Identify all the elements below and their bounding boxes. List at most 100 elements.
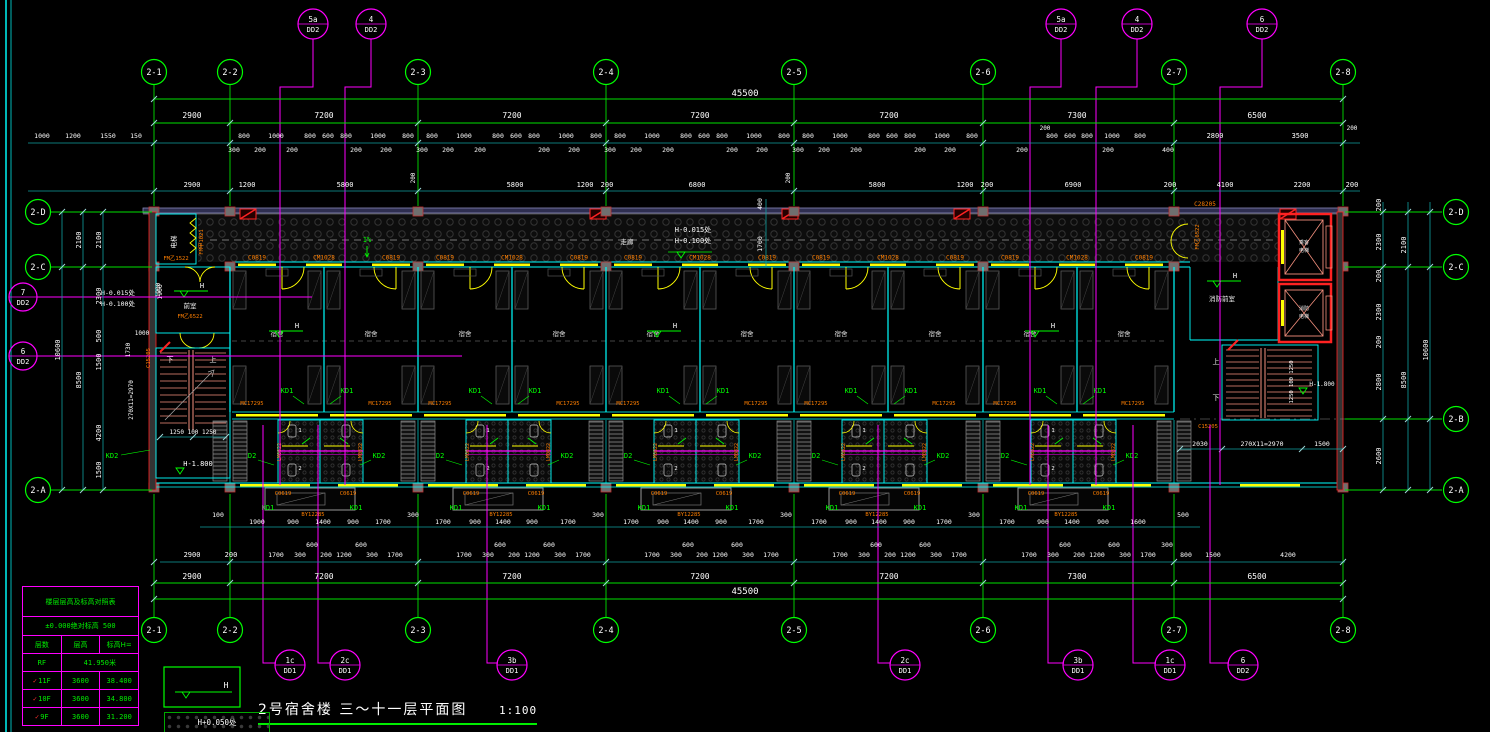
window-south: [616, 484, 686, 487]
axis-bubble-label: 1c: [1165, 656, 1174, 665]
dim-text: 800: [426, 132, 438, 140]
door-arc: [180, 333, 195, 348]
dim-text: 2900: [184, 551, 201, 559]
axis-bubble-label: 7: [21, 288, 26, 297]
window-MC17295: [424, 414, 506, 417]
dim-text: 800: [868, 132, 880, 140]
label-C0619: C0619: [651, 491, 668, 497]
door-label-LM0822: LM0822: [546, 443, 552, 461]
window-C0819: [1125, 264, 1163, 267]
dim-text: 1900: [249, 518, 265, 526]
dim-text: 200: [442, 146, 454, 154]
door-arc: [750, 267, 772, 289]
axis-bubble-code: DD1: [339, 667, 352, 675]
axis-bubble-label: 1c: [285, 656, 294, 665]
label-MC17295: MC17295: [368, 401, 391, 407]
corridor-elevation: H-0.100处: [101, 299, 135, 308]
label-KD1: KD1: [450, 504, 463, 512]
label-MC17295: MC17295: [804, 401, 827, 407]
plan-line: [160, 342, 170, 352]
floor-label: ✓9F: [23, 708, 62, 726]
corridor-window-label: CM1028: [877, 255, 899, 262]
col-header-elev: 标高H=: [100, 636, 139, 654]
room-label: 宿舍: [553, 329, 567, 338]
floor-height: 3600: [61, 708, 100, 726]
axis-bubble-label: 2-4: [598, 68, 613, 78]
ac-louver: [589, 421, 603, 481]
dim-text: 300: [294, 551, 306, 559]
dim-text: 100: [212, 511, 224, 519]
label-C0619: C0619: [275, 491, 292, 497]
detail-axis-line: [1133, 425, 1156, 663]
plan-path: [1299, 388, 1307, 394]
column: [413, 207, 423, 216]
dim-text: 800: [590, 132, 602, 140]
axis-bubble-code: DD2: [307, 26, 320, 34]
column: [601, 207, 611, 216]
col-header-height: 层高: [61, 636, 100, 654]
elevator-label: 电梯: [169, 235, 178, 249]
window-MC17295: [236, 414, 318, 417]
label-KD2: KD2: [561, 452, 574, 460]
label-KD2: KD2: [106, 452, 119, 460]
door-arc: [1035, 267, 1057, 289]
dim-text: 2600: [1375, 448, 1383, 465]
window-MC17295: [894, 414, 976, 417]
dim-text: 300: [792, 146, 804, 154]
axis-bubble-code: DD2: [1055, 26, 1068, 34]
dim-text: 1200: [1089, 551, 1105, 559]
floor-label: ✓11F: [23, 672, 62, 690]
label-C0619: C0619: [839, 491, 856, 497]
dim-text: 900: [903, 518, 915, 526]
door-label-LM0822: LM0822: [653, 443, 659, 461]
axis-bubble-code: DD1: [1164, 667, 1177, 675]
dim-text: 200: [662, 146, 674, 154]
plan-line: [1011, 460, 1027, 465]
dim-text: 300: [930, 551, 942, 559]
label-MC17295: MC17295: [932, 401, 955, 407]
dim-text: 7200: [690, 572, 709, 581]
dim-text: 800: [1180, 551, 1192, 559]
dim-text: 800: [778, 132, 790, 140]
room-label: 宿舍: [271, 329, 285, 338]
axis-bubble-label: 4: [1135, 15, 1140, 24]
dim-text: 200: [410, 172, 417, 183]
door-label-LM0822: LM0822: [465, 443, 471, 461]
label-C0619: C0619: [1028, 491, 1045, 497]
label-KD1: KD1: [1034, 387, 1047, 395]
dim-text: 1700: [763, 551, 779, 559]
dim-text: 900: [845, 518, 857, 526]
dim-text: 8500: [75, 372, 83, 389]
plan-line: [446, 460, 462, 465]
column: [789, 483, 799, 492]
window-south: [804, 484, 874, 487]
elevation-note-text: H+0.050处: [197, 718, 236, 727]
room-label: 宿舍: [741, 329, 755, 338]
dim-text: 300: [742, 551, 754, 559]
dim-text: 1700: [756, 236, 764, 252]
dim-text: 1700: [951, 551, 967, 559]
dim-text: 7200: [502, 572, 521, 581]
corridor-elevation: H-0.100处: [675, 236, 712, 245]
plan-line: [822, 460, 838, 465]
stair-down-label: 下: [1213, 394, 1220, 402]
dim-text: 1000: [135, 330, 150, 337]
room-label: 宿舍: [365, 329, 379, 338]
plan-line: [857, 396, 868, 404]
dim-text: 45500: [731, 89, 758, 99]
dim-text: 1500: [1205, 551, 1221, 559]
label-KD1: KD1: [726, 504, 739, 512]
dim-text: 300: [554, 551, 566, 559]
door-arc: [185, 267, 200, 282]
folding-door: [190, 218, 196, 253]
dim-text: 200: [850, 146, 862, 154]
axis-bubble-label: 2-D: [1448, 208, 1463, 218]
label-KD2: KD2: [373, 452, 386, 460]
dim-text: 270X11=2970: [128, 380, 135, 420]
dim-text: 1700: [268, 551, 284, 559]
window-C0819: [991, 264, 1029, 267]
dim-text: 1700: [375, 518, 391, 526]
fire-lobby-label: 消防前室: [1209, 294, 1236, 303]
axis-bubble-code: DD2: [365, 26, 378, 34]
room-label: 宿舍: [647, 329, 661, 338]
